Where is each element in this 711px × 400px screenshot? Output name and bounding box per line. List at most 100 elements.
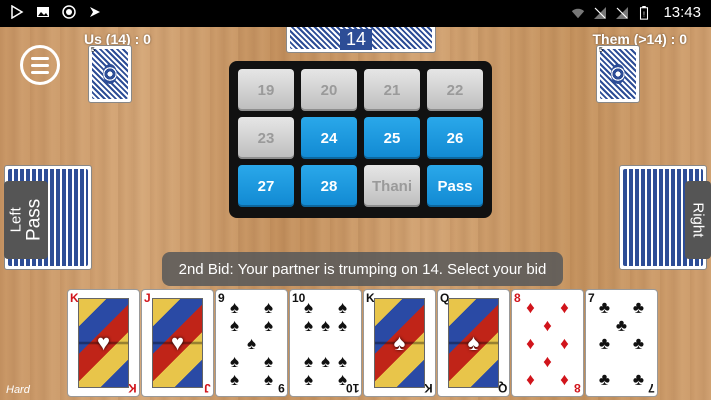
card-rank-bottom: 9 [278,381,285,395]
suit-pip-icon: ♦ [526,297,535,317]
card-rank: 7 [588,291,595,305]
hand-card[interactable]: 8 8 ♦ ♦ ♦ ♦ ♦ ♦ ♦ ♦ [511,289,584,397]
suit-pip-icon: ♠ [246,333,257,353]
card-rank: 9 [218,291,225,305]
us-trump-card[interactable]: 5 [88,45,132,103]
card-rank-bottom: Q [497,381,507,395]
suit-pip-icon: ♠ [263,369,274,389]
bid-button-thani[interactable]: Thani [364,165,420,207]
card-rank-bottom: 7 [648,381,655,395]
bid-button-24[interactable]: 24 [301,117,357,159]
wifi-icon [572,8,585,18]
card-pips: ♠ ♠ ♠ ♠ ♠ ♠ ♠ ♠ ♠ [226,298,277,388]
suit-pip-icon: ♠ [320,315,331,335]
suit-pip-icon: ♦ [560,369,569,389]
suit-pip-icon: ♣ [615,315,628,335]
suit-pip-icon: ♦ [526,369,535,389]
play-store-icon [11,5,24,19]
card-suit: ♠ [393,330,406,355]
left-player-name: Left [7,207,25,233]
suit-pip-icon: ♠ [229,351,240,371]
bid-button-20[interactable]: 20 [301,69,357,111]
suit-pip-icon: ♦ [526,333,535,353]
bid-button-26[interactable]: 26 [427,117,483,159]
bid-panel: 19 20 21 22 23 24 25 26 27 28 Thani Pass [229,61,492,218]
hand-card[interactable]: 10 10 ♠ ♠ ♠ ♠ ♠ ♠ ♠ ♠ ♠ ♠ [289,289,362,397]
menu-button[interactable] [20,45,60,85]
record-icon [62,5,76,19]
suit-pip-icon: ♦ [543,351,552,371]
game-table: Us (14) : 0 Them (>14) : 0 14 5 5 Left P… [0,27,711,400]
card-pips: ♣ ♣ ♣ ♣ ♣ ♣ ♣ [596,298,647,388]
suit-pip-icon: ♣ [632,369,645,389]
suit-pip-icon: ♠ [229,369,240,389]
suit-pip-icon: ♠ [320,351,331,371]
card-suit: ♥ [170,330,185,355]
card-rank-bottom: 8 [574,381,581,395]
card-pips: ♦ ♦ ♦ ♦ ♦ ♦ ♦ ♦ [522,298,573,388]
card-rank-bottom: K [128,381,137,395]
card-rank-bottom: K [424,381,433,395]
suit-pip-icon: ♠ [337,369,348,389]
bid-button-19[interactable]: 19 [238,69,294,111]
player-hand: K K ♥ J J ♥ 9 9 ♠ ♠ ♠ ♠ ♠ ♠ ♠ ♠ ♠ 10 10 ♠ ♠ ♠ ♠ ♠ ♠ ♠ ♠ ♠ ♠ K K ♠ Q Q ♠ 8 8 ♦… [67,289,658,397]
status-bar: ! 13:43 [0,0,711,27]
clock: 13:43 [663,4,701,21]
suit-pip-icon: ♣ [632,333,645,353]
suit-pip-icon: ♠ [337,351,348,371]
bid-button-23[interactable]: 23 [238,117,294,159]
suit-pip-icon: ♠ [337,315,348,335]
suit-pip-icon: ♠ [303,315,314,335]
hand-card[interactable]: 7 7 ♣ ♣ ♣ ♣ ♣ ♣ ♣ [585,289,658,397]
face-card-art: ♥ [152,298,203,388]
no-signal-icon [616,6,629,19]
face-card-art: ♠ [448,298,499,388]
bid-button-21[interactable]: 21 [364,69,420,111]
suit-pip-icon: ♠ [263,351,274,371]
bid-button-27[interactable]: 27 [238,165,294,207]
bid-message: 2nd Bid: Your partner is trumping on 14.… [162,252,563,286]
them-trump-card[interactable]: 5 [596,45,640,103]
card-rank: 8 [514,291,521,305]
suit-pip-icon: ♠ [303,369,314,389]
face-card-art: ♥ [78,298,129,388]
suit-pip-icon: ♠ [229,297,240,317]
suit-pip-icon: ♠ [303,297,314,317]
suit-pip-icon: ♦ [560,333,569,353]
hand-card[interactable]: 9 9 ♠ ♠ ♠ ♠ ♠ ♠ ♠ ♠ ♠ [215,289,288,397]
hand-card[interactable]: Q Q ♠ [437,289,510,397]
top-player-bid: 14 [340,29,373,50]
right-player-label: Right [685,181,711,259]
suit-pip-icon: ♠ [303,351,314,371]
card-rank: 5 [599,47,603,54]
svg-text:!: ! [643,11,645,18]
image-icon [37,7,49,17]
hamburger-icon [31,56,49,60]
face-card-art: ♠ [374,298,425,388]
hand-card[interactable]: K K ♥ [67,289,140,397]
left-player-label: Left Pass [4,181,48,259]
hand-card[interactable]: J J ♥ [141,289,214,397]
suit-pip-icon: ♣ [598,333,611,353]
card-rank: 5 [91,47,95,54]
suit-pip-icon: ♠ [263,315,274,335]
bid-button-28[interactable]: 28 [301,165,357,207]
suit-pip-icon: ♦ [543,315,552,335]
difficulty-label: Hard [6,384,30,396]
card-rank-bottom: J [204,381,211,395]
card-pips: ♠ ♠ ♠ ♠ ♠ ♠ ♠ ♠ ♠ ♠ [300,298,351,388]
suit-pip-icon: ♣ [598,297,611,317]
hand-card[interactable]: K K ♠ [363,289,436,397]
suit-pip-icon: ♠ [263,297,274,317]
suit-pip-icon: ♠ [229,315,240,335]
bid-button-22[interactable]: 22 [427,69,483,111]
suit-pip-icon: ♣ [632,297,645,317]
card-rank: J [144,291,151,305]
right-player-name: Right [689,202,707,238]
left-player-status: Pass [22,198,44,242]
bid-button-25[interactable]: 25 [364,117,420,159]
bid-button-pass[interactable]: Pass [427,165,483,207]
suit-pip-icon: ♦ [560,297,569,317]
no-signal-icon [594,6,607,19]
suit-pip-icon: ♣ [598,369,611,389]
